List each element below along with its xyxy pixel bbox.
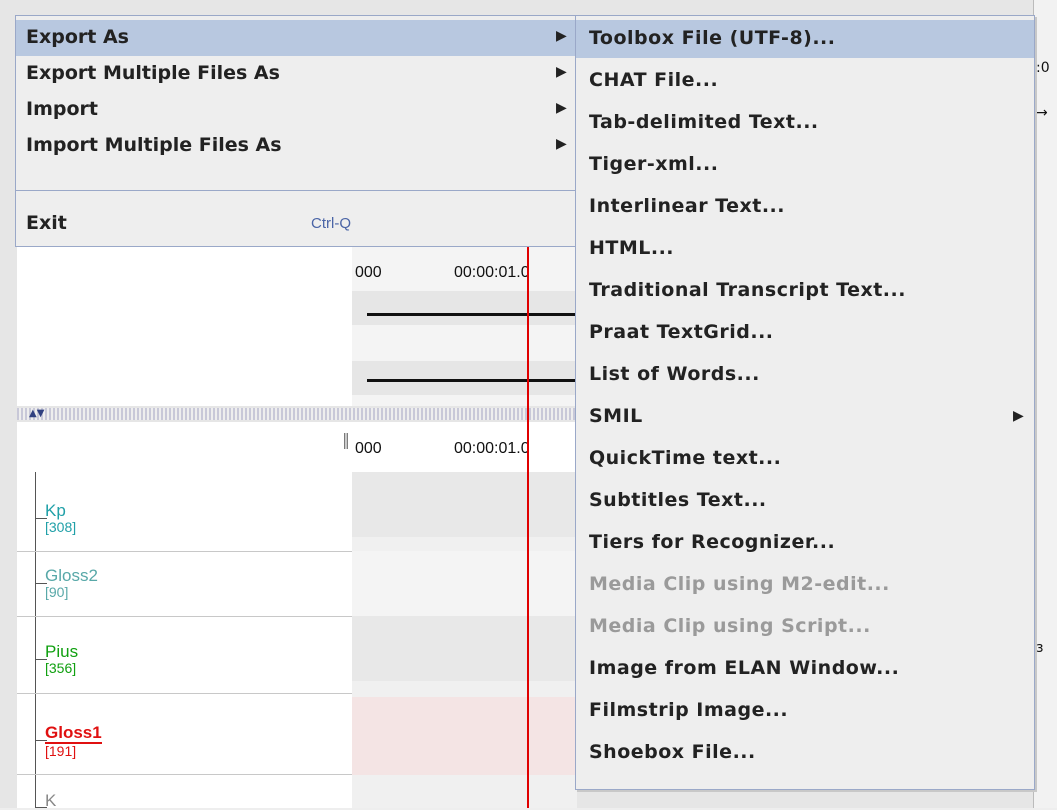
tier-annotation-count: [356] bbox=[45, 660, 77, 676]
tier-name: Kp bbox=[45, 501, 66, 520]
submenu-item-toolbox[interactable]: Toolbox File (UTF-8)... bbox=[576, 20, 1034, 58]
waveform-channel-1 bbox=[352, 291, 577, 325]
tier-label[interactable]: K bbox=[45, 792, 56, 810]
crosshair-cursor bbox=[527, 245, 529, 808]
time-ruler-label-1s: 00:00:01.0 bbox=[454, 440, 530, 457]
submenu-item-label: QuickTime text... bbox=[589, 447, 782, 469]
tier-row[interactable] bbox=[352, 551, 577, 616]
submenu-item-smil[interactable]: SMIL ▶ bbox=[576, 398, 1034, 436]
submenu-item-subtitles[interactable]: Subtitles Text... bbox=[576, 482, 1034, 520]
tier-name: Gloss1 bbox=[45, 723, 102, 744]
tier-row-active[interactable] bbox=[352, 697, 577, 775]
submenu-item-label: Tab-delimited Text... bbox=[589, 111, 819, 133]
tier-annotation-count: [308] bbox=[45, 519, 77, 535]
menu-item-exit[interactable]: Exit Ctrl-Q bbox=[16, 206, 576, 242]
tier-ruler-row: 000 00:00:01.0 bbox=[352, 422, 577, 472]
submenu-item-tab-delimited[interactable]: Tab-delimited Text... bbox=[576, 104, 1034, 142]
submenu-arrow-icon: ▶ bbox=[556, 64, 567, 80]
tier-separator bbox=[17, 616, 352, 617]
submenu-item-label: Praat TextGrid... bbox=[589, 321, 774, 343]
tier-panel: ‖ Kp [308] Gloss2 [90] Pius [356] Gloss1… bbox=[17, 422, 577, 810]
tier-row[interactable] bbox=[352, 472, 577, 537]
menu-item-label: Import bbox=[26, 98, 98, 120]
submenu-item-image-from-window[interactable]: Image from ELAN Window... bbox=[576, 650, 1034, 688]
arrow-right-icon: → bbox=[1036, 105, 1048, 121]
submenu-item-label: Toolbox File (UTF-8)... bbox=[589, 27, 836, 49]
export-as-submenu: Toolbox File (UTF-8)... CHAT File... Tab… bbox=[575, 15, 1035, 790]
edge-fragment: ɜ bbox=[1036, 640, 1044, 656]
tier-separator bbox=[17, 774, 352, 775]
submenu-item-html[interactable]: HTML... bbox=[576, 230, 1034, 268]
collapse-arrows-icon[interactable]: ▲▼ bbox=[29, 408, 44, 419]
menu-item-export-multiple[interactable]: Export Multiple Files As ▶ bbox=[16, 56, 576, 92]
split-pane-divider[interactable]: ▲▼ bbox=[17, 408, 577, 420]
submenu-item-label: Interlinear Text... bbox=[589, 195, 785, 217]
submenu-item-label: Tiers for Recognizer... bbox=[589, 531, 836, 553]
menu-item-import[interactable]: Import ▶ bbox=[16, 92, 576, 128]
submenu-item-interlinear[interactable]: Interlinear Text... bbox=[576, 188, 1034, 226]
time-ruler-label-start: 000 bbox=[355, 440, 382, 457]
menu-item-label: Import Multiple Files As bbox=[26, 134, 282, 156]
waveform-viewer[interactable]: 000 00:00:01.0 bbox=[17, 245, 577, 406]
tier-tree-line bbox=[35, 472, 36, 808]
submenu-item-media-clip-m2edit: Media Clip using M2-edit... bbox=[576, 566, 1034, 604]
waveform-channel-2 bbox=[352, 361, 577, 395]
submenu-item-label: List of Words... bbox=[589, 363, 760, 385]
menu-item-import-multiple[interactable]: Import Multiple Files As ▶ bbox=[16, 128, 576, 164]
menu-accelerator: Ctrl-Q bbox=[311, 215, 351, 232]
tier-name: Gloss2 bbox=[45, 566, 98, 585]
submenu-item-label: Image from ELAN Window... bbox=[589, 657, 900, 679]
submenu-item-label: SMIL bbox=[589, 405, 643, 427]
submenu-item-praat[interactable]: Praat TextGrid... bbox=[576, 314, 1034, 352]
submenu-item-chat[interactable]: CHAT File... bbox=[576, 62, 1034, 100]
waveform-signal-1 bbox=[367, 313, 577, 316]
submenu-item-tiger-xml[interactable]: Tiger-xml... bbox=[576, 146, 1034, 184]
submenu-arrow-icon: ▶ bbox=[556, 28, 567, 44]
menu-item-export-as[interactable]: Export As ▶ bbox=[16, 20, 576, 56]
submenu-item-label: Shoebox File... bbox=[589, 741, 756, 763]
submenu-arrow-icon: ▶ bbox=[556, 100, 567, 116]
submenu-item-label: Media Clip using Script... bbox=[589, 615, 871, 637]
tier-annotation-count: [191] bbox=[45, 743, 77, 759]
menu-separator bbox=[16, 190, 576, 191]
submenu-item-label: Filmstrip Image... bbox=[589, 699, 789, 721]
file-menu: Export As ▶ Export Multiple Files As ▶ I… bbox=[15, 15, 577, 247]
submenu-item-label: Tiger-xml... bbox=[589, 153, 719, 175]
tier-label-active[interactable]: Gloss1 [191] bbox=[45, 724, 102, 758]
menu-item-label: Exit bbox=[26, 212, 67, 234]
submenu-item-quicktime[interactable]: QuickTime text... bbox=[576, 440, 1034, 478]
tier-label[interactable]: Kp [308] bbox=[45, 501, 77, 535]
submenu-item-shoebox[interactable]: Shoebox File... bbox=[576, 734, 1034, 772]
submenu-item-list-of-words[interactable]: List of Words... bbox=[576, 356, 1034, 394]
submenu-item-traditional-transcript[interactable]: Traditional Transcript Text... bbox=[576, 272, 1034, 310]
tier-separator bbox=[17, 551, 352, 552]
background-window-edge: :0 → ɜ bbox=[1033, 0, 1057, 808]
menu-item-label: Export Multiple Files As bbox=[26, 62, 280, 84]
tier-row[interactable] bbox=[352, 616, 577, 681]
edge-fragment: :0 bbox=[1036, 60, 1050, 76]
tier-separator bbox=[17, 693, 352, 694]
submenu-item-label: Traditional Transcript Text... bbox=[589, 279, 906, 301]
submenu-arrow-icon: ▶ bbox=[1013, 408, 1024, 424]
tier-name-column: ‖ Kp [308] Gloss2 [90] Pius [356] Gloss1… bbox=[17, 422, 352, 810]
waveform-signal-2 bbox=[367, 379, 577, 382]
submenu-arrow-icon: ▶ bbox=[556, 136, 567, 152]
tier-name: K bbox=[45, 791, 57, 810]
submenu-item-label: HTML... bbox=[589, 237, 675, 259]
submenu-item-label: Media Clip using M2-edit... bbox=[589, 573, 890, 595]
tier-label[interactable]: Pius [356] bbox=[45, 642, 79, 676]
resize-handle-icon[interactable]: ‖ bbox=[342, 430, 350, 449]
submenu-item-media-clip-script: Media Clip using Script... bbox=[576, 608, 1034, 646]
menu-item-label: Export As bbox=[26, 26, 129, 48]
submenu-item-label: Subtitles Text... bbox=[589, 489, 767, 511]
tier-annotation-count: [90] bbox=[45, 584, 69, 600]
submenu-item-filmstrip[interactable]: Filmstrip Image... bbox=[576, 692, 1034, 730]
submenu-item-label: CHAT File... bbox=[589, 69, 719, 91]
time-ruler-label-1s: 00:00:01.0 bbox=[454, 264, 530, 281]
time-ruler-label-start: 000 bbox=[355, 264, 382, 281]
tier-label[interactable]: Gloss2 [90] bbox=[45, 566, 98, 600]
tier-name: Pius bbox=[45, 642, 79, 661]
submenu-item-tiers-for-recognizer[interactable]: Tiers for Recognizer... bbox=[576, 524, 1034, 562]
